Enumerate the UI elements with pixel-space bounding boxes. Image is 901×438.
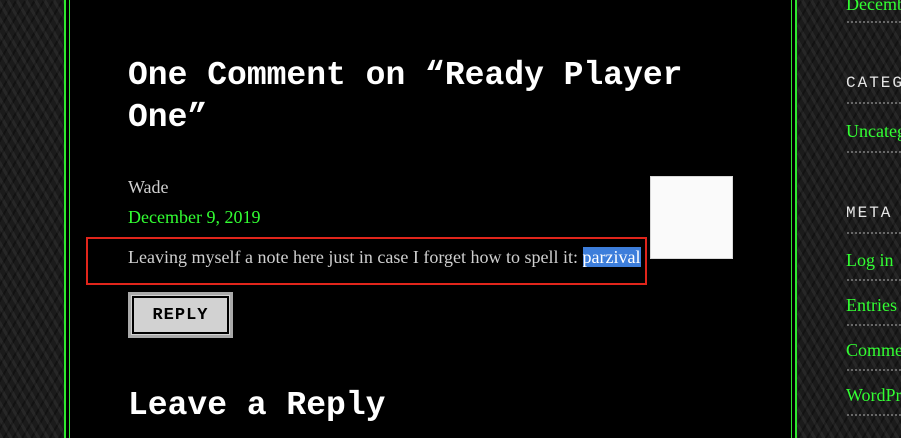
reply-button[interactable]: REPLY [128,292,233,338]
sidebar-divider [846,324,901,326]
sidebar-meta-login[interactable]: Log in [846,250,894,271]
comment-author: Wade [128,177,169,197]
comment-date-link[interactable]: December 9, 2019 [128,207,260,228]
content-area: One Comment on “Ready Player One” Wade D… [64,0,797,438]
comments-title: One Comment on “Ready Player One” [128,57,683,136]
sidebar-divider [846,414,901,416]
sidebar-divider [846,21,901,23]
sidebar-category-link[interactable]: Uncateg [846,121,901,142]
avatar [650,176,733,259]
comment-text: Leaving myself a note here just in case … [128,247,641,268]
sidebar-archive-link[interactable]: Decemb [846,0,901,15]
sidebar-divider [846,102,901,104]
sidebar-divider [846,369,901,371]
selected-text[interactable]: parzival [582,247,641,267]
comment-text-body: Leaving myself a note here just in case … [128,247,583,267]
sidebar-divider [846,151,901,153]
sidebar-meta-comments[interactable]: Comme [846,340,901,361]
sidebar-divider [846,279,901,281]
sidebar-divider [846,232,901,234]
sidebar-heading-categories: CATEG [846,74,901,92]
sidebar-meta-entries[interactable]: Entries [846,295,897,316]
reply-title: Leave a Reply [128,387,386,424]
sidebar: Decemb CATEG Uncateg META Log in Entries… [846,0,901,438]
sidebar-heading-meta: META [846,204,893,222]
sidebar-meta-wordpress[interactable]: WordPr [846,385,901,406]
